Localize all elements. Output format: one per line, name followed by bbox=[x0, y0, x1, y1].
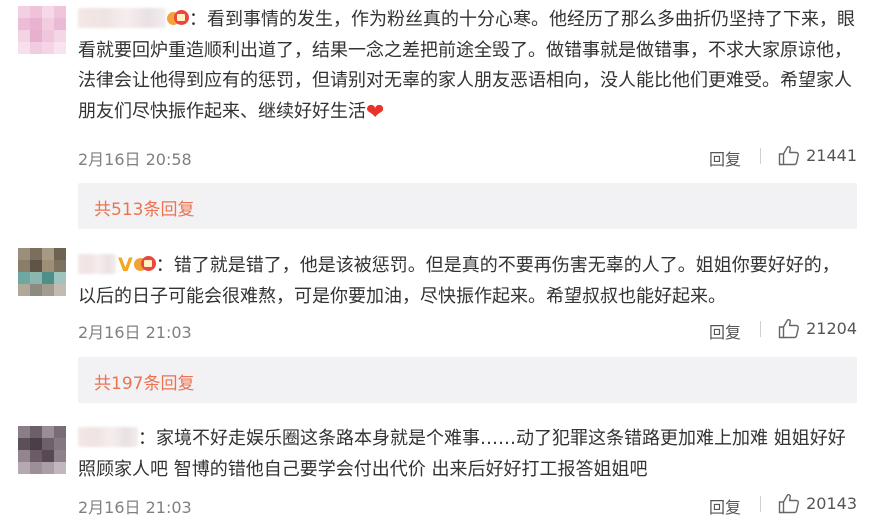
like-count: 21441 bbox=[806, 146, 857, 165]
comment-text: ：错了就是错了，他是该被惩罚。但是真的不要再伤害无辜的人了。姐姐你要好好的，以后… bbox=[78, 255, 840, 307]
username[interactable] bbox=[78, 427, 138, 447]
fan-badge-icon bbox=[167, 8, 189, 28]
divider bbox=[760, 496, 761, 512]
like-button[interactable]: 20143 bbox=[778, 493, 857, 514]
avatar[interactable] bbox=[18, 248, 66, 296]
like-button[interactable]: 21441 bbox=[778, 145, 857, 166]
divider bbox=[760, 148, 761, 164]
yellow-v-icon: V bbox=[118, 254, 133, 276]
comment-date: 2月16日 21:03 bbox=[78, 498, 192, 517]
avatar[interactable] bbox=[18, 426, 66, 474]
replies-panel: 共513条回复 bbox=[78, 183, 857, 229]
replies-panel: 共197条回复 bbox=[78, 357, 857, 403]
comment-date: 2月16日 21:03 bbox=[78, 323, 192, 342]
reply-button[interactable]: 回复 bbox=[709, 319, 741, 343]
username[interactable] bbox=[78, 254, 116, 274]
like-button[interactable]: 21204 bbox=[778, 318, 857, 339]
thumbs-up-icon bbox=[778, 493, 800, 514]
view-replies-link[interactable]: 共197条回复 bbox=[94, 369, 194, 394]
reply-button[interactable]: 回复 bbox=[709, 494, 741, 518]
fan-badge-icon bbox=[133, 254, 156, 274]
thumbs-up-icon bbox=[778, 145, 800, 166]
thumbs-up-icon bbox=[778, 318, 800, 339]
reply-button[interactable]: 回复 bbox=[709, 146, 741, 170]
avatar[interactable] bbox=[18, 6, 66, 54]
comment-text: ：看到事情的发生，作为粉丝真的十分心寒。他经历了那么多曲折仍坚持了下来，眼看就要… bbox=[78, 9, 855, 122]
red-heart-icon: ❤ bbox=[366, 99, 385, 125]
like-count: 21204 bbox=[806, 319, 857, 338]
comment-date: 2月16日 20:58 bbox=[78, 150, 192, 169]
view-replies-link[interactable]: 共513条回复 bbox=[94, 195, 194, 220]
divider bbox=[760, 321, 761, 337]
comment-text: ：家境不好走娱乐圈这条路本身就是个难事……动了犯罪这条错路更加难上加难 姐姐好好… bbox=[78, 428, 846, 480]
username[interactable] bbox=[78, 8, 166, 28]
like-count: 20143 bbox=[806, 494, 857, 513]
